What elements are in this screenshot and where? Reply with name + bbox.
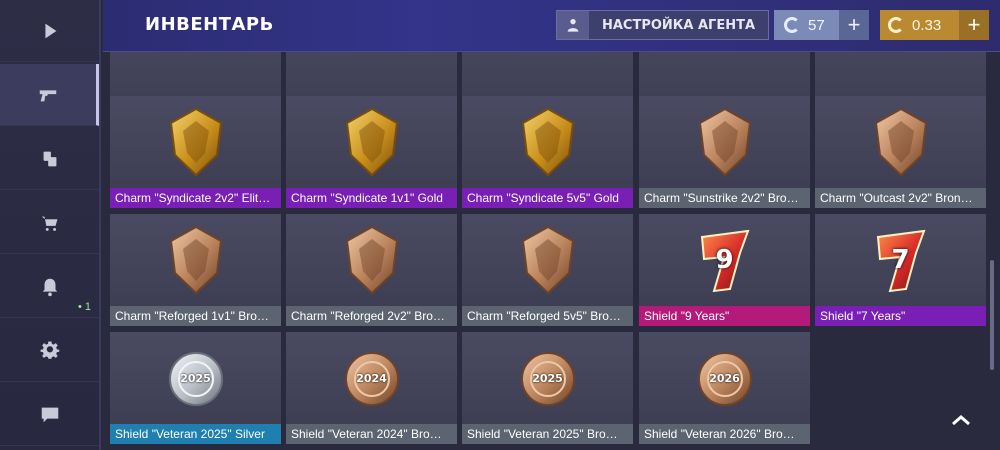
item-name: Charm "Syndicate 1v1" Gold	[286, 188, 457, 208]
scroll-to-top-button[interactable]	[948, 408, 974, 432]
item-name: Shield "7 Years"	[815, 306, 986, 326]
add-gold-button[interactable]: +	[959, 10, 989, 40]
item-image: 2024	[286, 332, 457, 424]
inventory-item[interactable]: Charm "Reforged 5v5" Bro…	[462, 214, 633, 326]
sidebar-item-play[interactable]	[0, 0, 99, 62]
top-bar: ИНВЕНТАРЬ НАСТРОЙКА АГЕНТА 57 + 0.33 +	[103, 0, 1000, 52]
cart-icon	[41, 216, 57, 231]
item-name: Charm "Reforged 5v5" Bro…	[462, 306, 633, 326]
item-name: Charm "Sunstrike 2v2" Bro…	[639, 188, 810, 208]
cases-icon	[43, 151, 56, 166]
inventory-item[interactable]: 9 Shield "9 Years"	[639, 214, 810, 326]
item-image	[462, 96, 633, 188]
sidebar-item-chat[interactable]	[0, 384, 99, 446]
item-image	[286, 96, 457, 188]
item-emblem-text: 2025	[180, 371, 211, 385]
item-image: 2025	[462, 332, 633, 424]
silver-balance: 57	[774, 10, 839, 40]
item-emblem-text: 2025	[532, 371, 563, 385]
silver-currency: 57 +	[774, 10, 869, 40]
inventory-item[interactable]: Charm "Syndicate 2v2" Elit…	[110, 96, 281, 208]
inventory-item[interactable]: 2025 Shield "Veteran 2025" Silver	[110, 332, 281, 444]
item-emblem-text: 9	[715, 245, 734, 275]
gold-balance-value: 0.33	[912, 16, 942, 34]
chevron-up-icon	[952, 415, 970, 426]
item-image	[815, 96, 986, 188]
item-image: 2026	[639, 332, 810, 424]
bell-icon	[42, 278, 57, 296]
item-name: Charm "Reforged 1v1" Bro…	[110, 306, 281, 326]
inventory-item[interactable]: Charm "Sunstrike 2v2" Bro…	[639, 96, 810, 208]
inventory-item[interactable]: Charm "Syndicate 1v1" Gold	[286, 96, 457, 208]
inventory-item[interactable]: Charm "Outcast 2v2" Bron…	[815, 96, 986, 208]
sidebar-item-settings[interactable]	[0, 320, 99, 382]
inventory-item[interactable]: 2026 Shield "Veteran 2026" Bro…	[639, 332, 810, 444]
agent-icon	[557, 11, 589, 39]
page-title: ИНВЕНТАРЬ	[145, 14, 274, 35]
item-image	[286, 214, 457, 306]
chat-icon	[41, 407, 58, 422]
sidebar-item-cases[interactable]	[0, 128, 99, 190]
sidebar-item-notifications[interactable]: • 1	[0, 256, 99, 318]
inventory-item[interactable]: Charm "Syndicate 5v5" Gold	[462, 96, 633, 208]
inventory-item[interactable]: Charm "Reforged 2v2" Bro…	[286, 214, 457, 326]
item-name: Shield "Veteran 2026" Bro…	[639, 424, 810, 444]
silver-balance-value: 57	[808, 16, 825, 34]
inventory-item[interactable]: Charm "Reforged 1v1" Bro…	[110, 214, 281, 326]
item-name: Shield "9 Years"	[639, 306, 810, 326]
gold-balance: 0.33	[880, 10, 959, 40]
item-image	[110, 96, 281, 188]
silver-coin-icon	[784, 17, 800, 33]
agent-settings-label: НАСТРОЙКА АГЕНТА	[601, 17, 756, 33]
item-image	[110, 214, 281, 306]
inventory-item[interactable]: 2024 Shield "Veteran 2024" Bro…	[286, 332, 457, 444]
gold-currency: 0.33 +	[880, 10, 989, 40]
item-name: Shield "Veteran 2025" Silver	[110, 424, 281, 444]
add-silver-button[interactable]: +	[839, 10, 869, 40]
gold-coin-icon	[888, 17, 904, 33]
item-image	[462, 214, 633, 306]
inventory-item[interactable]: 2025 Shield "Veteran 2025" Bro…	[462, 332, 633, 444]
item-emblem-text: 2024	[356, 371, 387, 385]
item-name: Shield "Veteran 2025" Bro…	[462, 424, 633, 444]
inventory-item[interactable]: 7 Shield "7 Years"	[815, 214, 986, 326]
item-emblem-text: 7	[891, 245, 910, 275]
item-name: Shield "Veteran 2024" Bro…	[286, 424, 457, 444]
sidebar-item-store[interactable]	[0, 192, 99, 254]
gear-icon	[40, 341, 59, 359]
sidebar-item-inventory[interactable]	[0, 64, 99, 126]
inventory-grid: Desert Eagle "Hunter"USP "Hunter-02"G22 …	[110, 52, 990, 450]
item-image	[639, 96, 810, 188]
item-image: 2025	[110, 332, 281, 424]
item-emblem-text: 2026	[709, 371, 740, 385]
sidebar: • 1	[0, 0, 101, 450]
item-image: 9	[639, 214, 810, 306]
scrollbar[interactable]	[990, 260, 994, 370]
item-name: Charm "Syndicate 5v5" Gold	[462, 188, 633, 208]
item-name: Charm "Syndicate 2v2" Elit…	[110, 188, 281, 208]
item-name: Charm "Outcast 2v2" Bron…	[815, 188, 986, 208]
pistol-icon	[39, 89, 57, 101]
item-name: Charm "Reforged 2v2" Bro…	[286, 306, 457, 326]
item-image: 7	[815, 214, 986, 306]
notification-badge: • 1	[77, 301, 91, 313]
play-icon	[44, 23, 56, 38]
agent-settings-button[interactable]: НАСТРОЙКА АГЕНТА	[556, 10, 769, 40]
